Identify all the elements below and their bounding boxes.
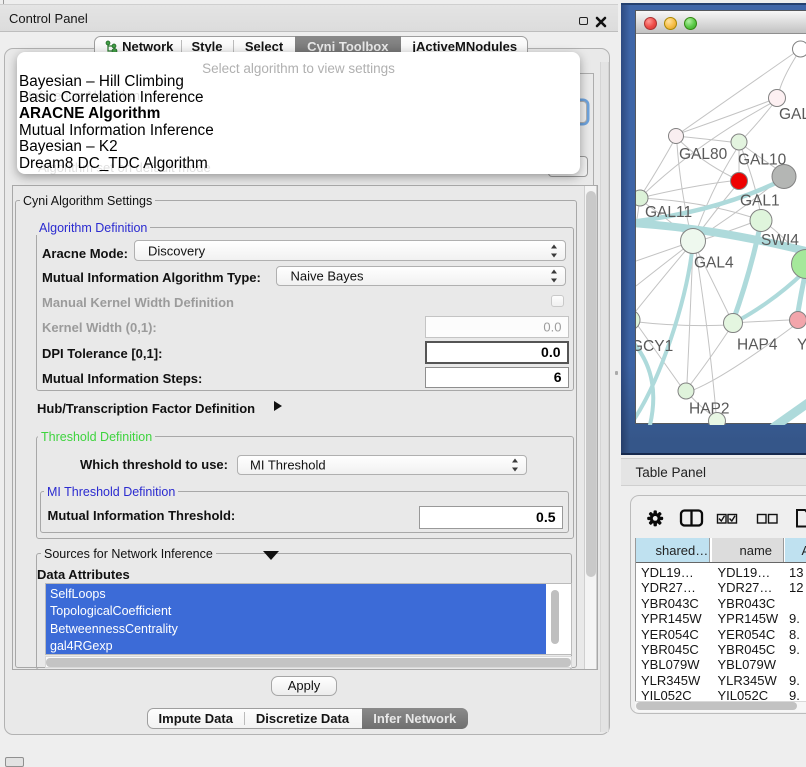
svg-text:YJ: YJ: [797, 336, 806, 353]
svg-text:HAP4: HAP4: [737, 336, 778, 353]
svg-text:GAL10: GAL10: [738, 151, 787, 168]
svg-text:GAL4: GAL4: [694, 254, 734, 271]
svg-text:GAL80: GAL80: [679, 146, 728, 163]
svg-text:SWI4: SWI4: [761, 232, 799, 249]
svg-text:HAP2: HAP2: [689, 400, 730, 417]
svg-text:GAL11: GAL11: [645, 204, 692, 221]
svg-text:GAL1: GAL1: [740, 192, 780, 209]
svg-text:GCY1: GCY1: [636, 338, 673, 355]
svg-text:GAL2: GAL2: [779, 106, 806, 123]
